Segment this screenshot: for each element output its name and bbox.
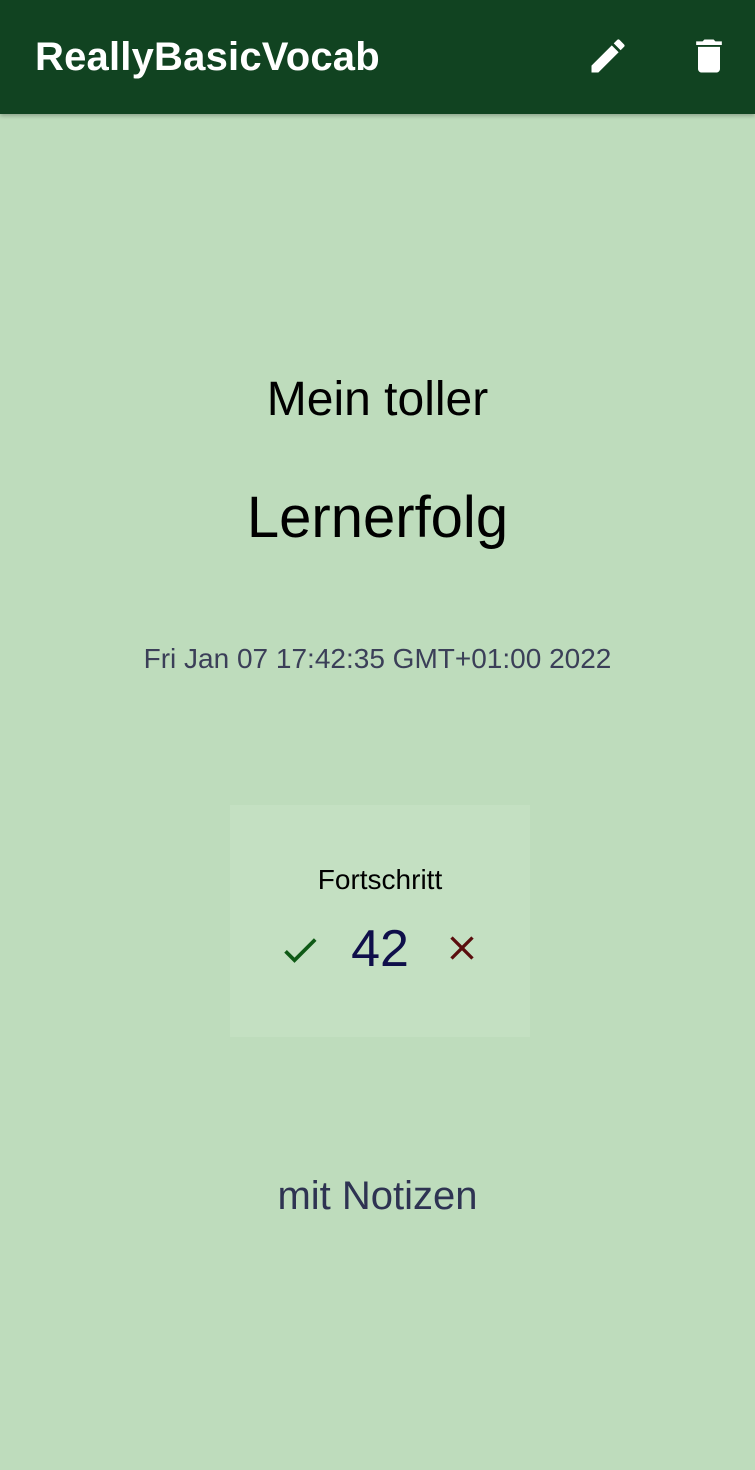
delete-button[interactable]: [681, 28, 737, 84]
entry-detail: Mein toller Lernerfolg Fri Jan 07 17:42:…: [0, 114, 755, 1470]
entry-title-line1: Mein toller: [266, 373, 489, 426]
entry-notes: mit Notizen: [277, 1174, 478, 1218]
progress-label: Fortschritt: [317, 864, 443, 895]
edit-button[interactable]: [580, 28, 636, 84]
check-icon: [284, 938, 317, 963]
entry-date: Fri Jan 07 17:42:35 GMT+01:00 2022: [143, 643, 612, 674]
app-bar: ReallyBasicVocab: [0, 0, 755, 114]
delete-icon: [696, 39, 722, 73]
progress-card: Fortschritt 42: [230, 805, 530, 1037]
entry-title-line2: Lernerfolg: [246, 485, 509, 550]
progress-value: 42: [351, 920, 409, 978]
close-icon: [450, 936, 474, 960]
edit-icon: [591, 39, 625, 73]
app-title: ReallyBasicVocab: [35, 35, 380, 79]
